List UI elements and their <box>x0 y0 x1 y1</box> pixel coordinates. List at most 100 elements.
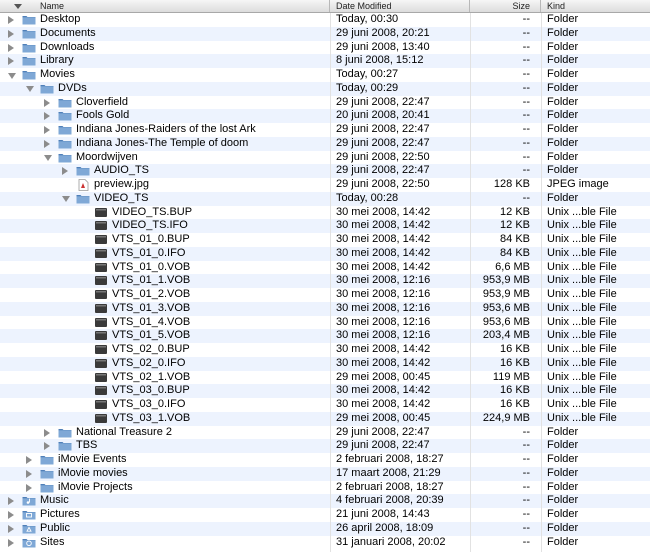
file-size: 16 KB <box>500 384 530 397</box>
file-row[interactable]: Desktop Today, 00:30 -- Folder <box>0 13 650 27</box>
disclosure-triangle-open-icon[interactable] <box>44 155 52 161</box>
disclosure-triangle-closed-icon[interactable] <box>44 428 50 437</box>
file-name: DVDs <box>58 81 87 94</box>
file-kind: Folder <box>547 95 579 108</box>
folder-icon <box>76 165 90 176</box>
file-row[interactable]: AUDIO_TS 29 juni 2008, 22:47 -- Folder <box>0 164 650 178</box>
disclosure-triangle-open-icon[interactable] <box>8 72 16 79</box>
disclosure-triangle-closed-icon[interactable] <box>8 43 14 52</box>
file-row[interactable]: VTS_02_0.BUP 30 mei 2008, 14:42 16 KB Unix … <box>0 343 650 357</box>
file-row[interactable]: VTS_01_2.VOB 30 mei 2008, 12:16 953,9 MB Un… <box>0 288 650 302</box>
file-row[interactable]: TBS 29 juni 2008, 22:47 -- Folder <box>0 439 650 453</box>
file-name: VTS_01_3.VOB <box>112 301 191 314</box>
file-row[interactable]: Library 8 juni 2008, 15:12 -- Folder <box>0 54 650 68</box>
file-row[interactable]: VTS_03_0.BUP 30 mei 2008, 14:42 16 KB Unix … <box>0 384 650 398</box>
file-row[interactable]: Public 26 april 2008, 18:09 -- Folder <box>0 521 650 536</box>
file-row[interactable]: VTS_02_0.IFO 30 mei 2008, 14:42 16 KB Unix … <box>0 356 650 371</box>
file-name: VTS_01_5.VOB <box>112 329 191 342</box>
file-name: Library <box>40 54 74 67</box>
column-header-date-modified[interactable]: Date Modified <box>330 0 470 12</box>
file-date-modified: 29 mei 2008, 00:45 <box>336 370 431 383</box>
file-kind: Folder <box>547 508 579 520</box>
file-date-modified: Today, 00:30 <box>336 13 399 25</box>
file-name: VTS_02_0.BUP <box>112 343 190 355</box>
disclosure-triangle-closed-icon[interactable] <box>8 538 14 547</box>
file-row[interactable]: iMovie Events 2 februari 2008, 18:27 -- Fol… <box>0 453 650 467</box>
file-row[interactable]: Indiana Jones-The Temple of doom 29 juni … <box>0 136 650 151</box>
file-row[interactable]: iMovie movies 17 maart 2008, 21:29 -- Folde… <box>0 466 650 481</box>
file-name: VTS_03_0.BUP <box>112 384 190 397</box>
file-row[interactable]: Documents 29 juni 2008, 20:21 -- Folder <box>0 26 650 41</box>
disclosure-triangle-closed-icon[interactable] <box>44 442 50 451</box>
column-header-size-label: Size <box>512 1 530 11</box>
file-row[interactable]: Downloads 29 juni 2008, 13:40 -- Folder <box>0 41 650 55</box>
file-row[interactable]: iMovie Projects 2 februari 2008, 18:27 -- F… <box>0 481 650 495</box>
file-name: iMovie Events <box>58 453 127 465</box>
column-header-name-label: Name <box>40 1 65 11</box>
file-row[interactable]: DVDs Today, 00:29 -- Folder <box>0 81 650 96</box>
column-header-kind[interactable]: Kind <box>541 0 650 12</box>
disclosure-triangle-closed-icon[interactable] <box>8 57 14 66</box>
file-row[interactable]: VTS_01_1.VOB 30 mei 2008, 12:16 953,9 MB Un… <box>0 274 650 288</box>
file-name: iMovie Projects <box>58 480 133 493</box>
unix-executable-icon <box>94 317 108 328</box>
file-row[interactable]: VTS_03_0.IFO 30 mei 2008, 14:42 16 KB Unix … <box>0 398 650 412</box>
file-row[interactable]: VTS_01_3.VOB 30 mei 2008, 12:16 953,6 MB Un… <box>0 301 650 316</box>
disclosure-triangle-closed-icon[interactable] <box>8 29 14 38</box>
disclosure-triangle-closed-icon[interactable] <box>44 112 50 121</box>
file-row[interactable]: Music 4 februari 2008, 20:39 -- Folder <box>0 494 650 508</box>
disclosure-triangle-closed-icon[interactable] <box>44 126 50 134</box>
file-row[interactable]: National Treasure 2 29 juni 2008, 22:47 --… <box>0 426 650 440</box>
column-header-name[interactable]: Name <box>0 0 330 12</box>
file-row[interactable]: VTS_01_5.VOB 30 mei 2008, 12:16 203,4 MB Un… <box>0 329 650 343</box>
file-row[interactable]: VTS_03_1.VOB 29 mei 2008, 00:45 224,9 MB Un… <box>0 411 650 426</box>
file-name: Sites <box>40 535 65 548</box>
file-row[interactable]: Pictures 21 juni 2008, 14:43 -- Folder <box>0 508 650 522</box>
file-row[interactable]: VTS_01_0.IFO 30 mei 2008, 14:42 84 KB Unix … <box>0 246 650 261</box>
file-size: 16 KB <box>500 343 530 355</box>
file-kind: Folder <box>547 521 579 534</box>
file-row[interactable]: Movies Today, 00:27 -- Folder <box>0 68 650 82</box>
file-size: 12 KB <box>500 219 530 232</box>
file-row[interactable]: Indiana Jones-Raiders of the lost Ark 29 … <box>0 123 650 137</box>
disclosure-triangle-closed-icon[interactable] <box>62 167 68 176</box>
file-date-modified: Today, 00:28 <box>336 191 399 204</box>
file-row[interactable]: VIDEO_TS.IFO 30 mei 2008, 14:42 12 KB Unix … <box>0 219 650 233</box>
file-row[interactable]: VTS_01_4.VOB 30 mei 2008, 12:16 953,6 MB Un… <box>0 316 650 330</box>
file-row[interactable]: Moordwijven 29 juni 2008, 22:50 -- Folder <box>0 151 650 165</box>
file-row[interactable]: VTS_02_1.VOB 29 mei 2008, 00:45 119 MB Unix… <box>0 371 650 385</box>
disclosure-triangle-closed-icon[interactable] <box>26 483 32 492</box>
unix-executable-icon <box>94 207 108 218</box>
file-kind: Unix ...ble File <box>547 370 617 383</box>
disclosure-triangle-closed-icon[interactable] <box>8 511 14 519</box>
disclosure-triangle-closed-icon[interactable] <box>44 98 50 107</box>
disclosure-triangle-closed-icon[interactable] <box>26 469 32 478</box>
column-header-size[interactable]: Size <box>470 0 541 12</box>
file-name: VTS_03_0.IFO <box>112 398 186 410</box>
folder-icon <box>22 69 36 80</box>
file-date-modified: 29 juni 2008, 22:47 <box>336 425 430 438</box>
file-row[interactable]: VTS_01_0.BUP 30 mei 2008, 14:42 84 KB Unix … <box>0 233 650 247</box>
file-row[interactable]: VIDEO_TS Today, 00:28 -- Folder <box>0 191 650 206</box>
file-kind: Folder <box>547 40 579 53</box>
file-row[interactable]: VTS_01_0.VOB 30 mei 2008, 14:42 6,6 MB Unix… <box>0 261 650 275</box>
file-date-modified: 30 mei 2008, 14:42 <box>336 398 431 410</box>
disclosure-triangle-closed-icon[interactable] <box>8 497 14 506</box>
file-row[interactable]: Cloverfield 29 juni 2008, 22:47 -- Folder <box>0 96 650 110</box>
file-row[interactable]: Fools Gold 20 juni 2008, 20:41 -- Folder <box>0 109 650 123</box>
disclosure-triangle-closed-icon[interactable] <box>26 456 32 464</box>
file-kind: Unix ...ble File <box>547 384 617 397</box>
disclosure-triangle-open-icon[interactable] <box>26 86 34 93</box>
disclosure-triangle-closed-icon[interactable] <box>8 16 14 24</box>
file-row[interactable]: VIDEO_TS.BUP 30 mei 2008, 14:42 12 KB Unix … <box>0 206 650 220</box>
file-name: Desktop <box>40 13 81 25</box>
disclosure-triangle-open-icon[interactable] <box>62 196 70 203</box>
folder-icon <box>40 468 54 479</box>
file-row[interactable]: preview.jpg 29 juni 2008, 22:50 128 KB JPEG… <box>0 178 650 192</box>
disclosure-triangle-closed-icon[interactable] <box>8 524 14 533</box>
file-size: -- <box>522 439 530 452</box>
folder-icon <box>58 124 72 135</box>
file-row[interactable]: Sites 31 januari 2008, 20:02 -- Folder <box>0 536 650 550</box>
unix-executable-icon <box>94 289 108 300</box>
disclosure-triangle-closed-icon[interactable] <box>44 139 50 148</box>
